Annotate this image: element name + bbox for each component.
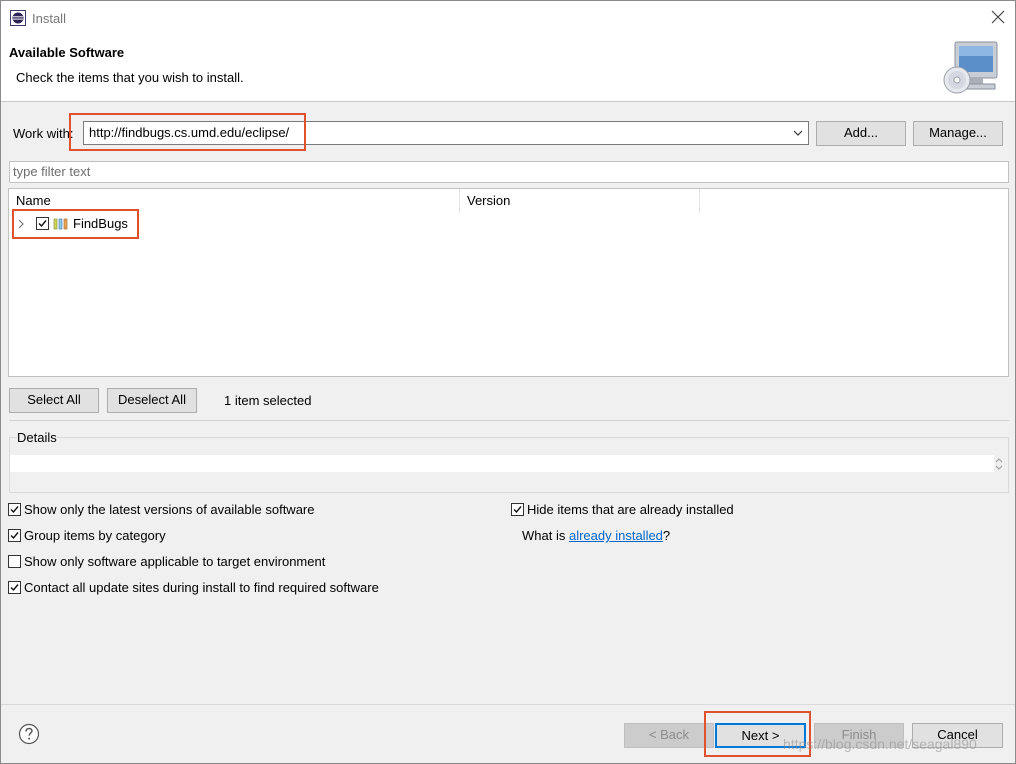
software-tree[interactable]: Name Version FindBugs xyxy=(8,188,1009,377)
work-with-label: Work with: xyxy=(13,126,74,141)
already-installed-suffix: ? xyxy=(662,528,671,543)
latest-versions-label: Show only the latest versions of availab… xyxy=(24,502,315,517)
eclipse-app-icon xyxy=(10,10,26,26)
details-field[interactable] xyxy=(10,455,994,472)
close-icon[interactable] xyxy=(989,8,1007,26)
latest-versions-checkbox[interactable] xyxy=(8,503,21,516)
page-subtitle: Check the items that you wish to install… xyxy=(16,70,244,85)
hide-installed-checkbox[interactable] xyxy=(511,503,524,516)
column-header-version[interactable]: Version xyxy=(460,189,700,213)
group-by-category-label: Group items by category xyxy=(24,528,166,543)
install-computer-icon xyxy=(943,41,998,94)
contact-sites-checkbox[interactable] xyxy=(8,581,21,594)
details-label: Details xyxy=(17,430,57,445)
deselect-all-button[interactable]: Deselect All xyxy=(107,388,197,413)
target-env-label: Show only software applicable to target … xyxy=(24,554,326,569)
feature-category-icon xyxy=(53,218,68,230)
hide-installed-label: Hide items that are already installed xyxy=(527,502,734,517)
filter-placeholder: type filter text xyxy=(13,164,91,179)
column-header-name[interactable]: Name xyxy=(9,189,460,213)
group-by-category-checkbox[interactable] xyxy=(8,529,21,542)
already-installed-prefix: What is xyxy=(522,528,569,543)
install-dialog: Install Available Software Check the ite… xyxy=(0,0,1016,764)
findbugs-checkbox[interactable] xyxy=(36,217,49,230)
table-row[interactable]: FindBugs xyxy=(9,213,1008,235)
footer-divider xyxy=(1,704,1015,705)
manage-sites-button[interactable]: Manage... xyxy=(913,121,1003,146)
dialog-header: Available Software Check the items that … xyxy=(1,34,1015,102)
window-title: Install xyxy=(32,11,66,26)
already-installed-text: What is already installed? xyxy=(522,528,670,543)
add-site-button[interactable]: Add... xyxy=(816,121,906,146)
selection-status: 1 item selected xyxy=(224,393,312,408)
already-installed-link[interactable]: already installed xyxy=(569,528,663,543)
work-with-value: http://findbugs.cs.umd.edu/eclipse/ xyxy=(89,125,290,140)
chevron-down-icon[interactable] xyxy=(792,127,804,139)
row-name: FindBugs xyxy=(73,216,128,231)
watermark: https://blog.csdn.net/seagal890 xyxy=(783,736,977,752)
select-all-button[interactable]: Select All xyxy=(9,388,99,413)
help-icon[interactable] xyxy=(18,723,40,745)
contact-sites-label: Contact all update sites during install … xyxy=(24,580,379,595)
chevron-right-icon[interactable] xyxy=(17,219,25,229)
scroll-arrows-icon[interactable] xyxy=(994,457,1004,471)
work-with-combo[interactable]: http://findbugs.cs.umd.edu/eclipse/ xyxy=(83,121,809,145)
target-env-checkbox[interactable] xyxy=(8,555,21,568)
page-title: Available Software xyxy=(9,45,125,60)
filter-input[interactable]: type filter text xyxy=(9,161,1009,183)
title-bar: Install xyxy=(1,1,1015,34)
back-button[interactable]: < Back xyxy=(624,723,714,748)
divider xyxy=(9,420,1009,421)
